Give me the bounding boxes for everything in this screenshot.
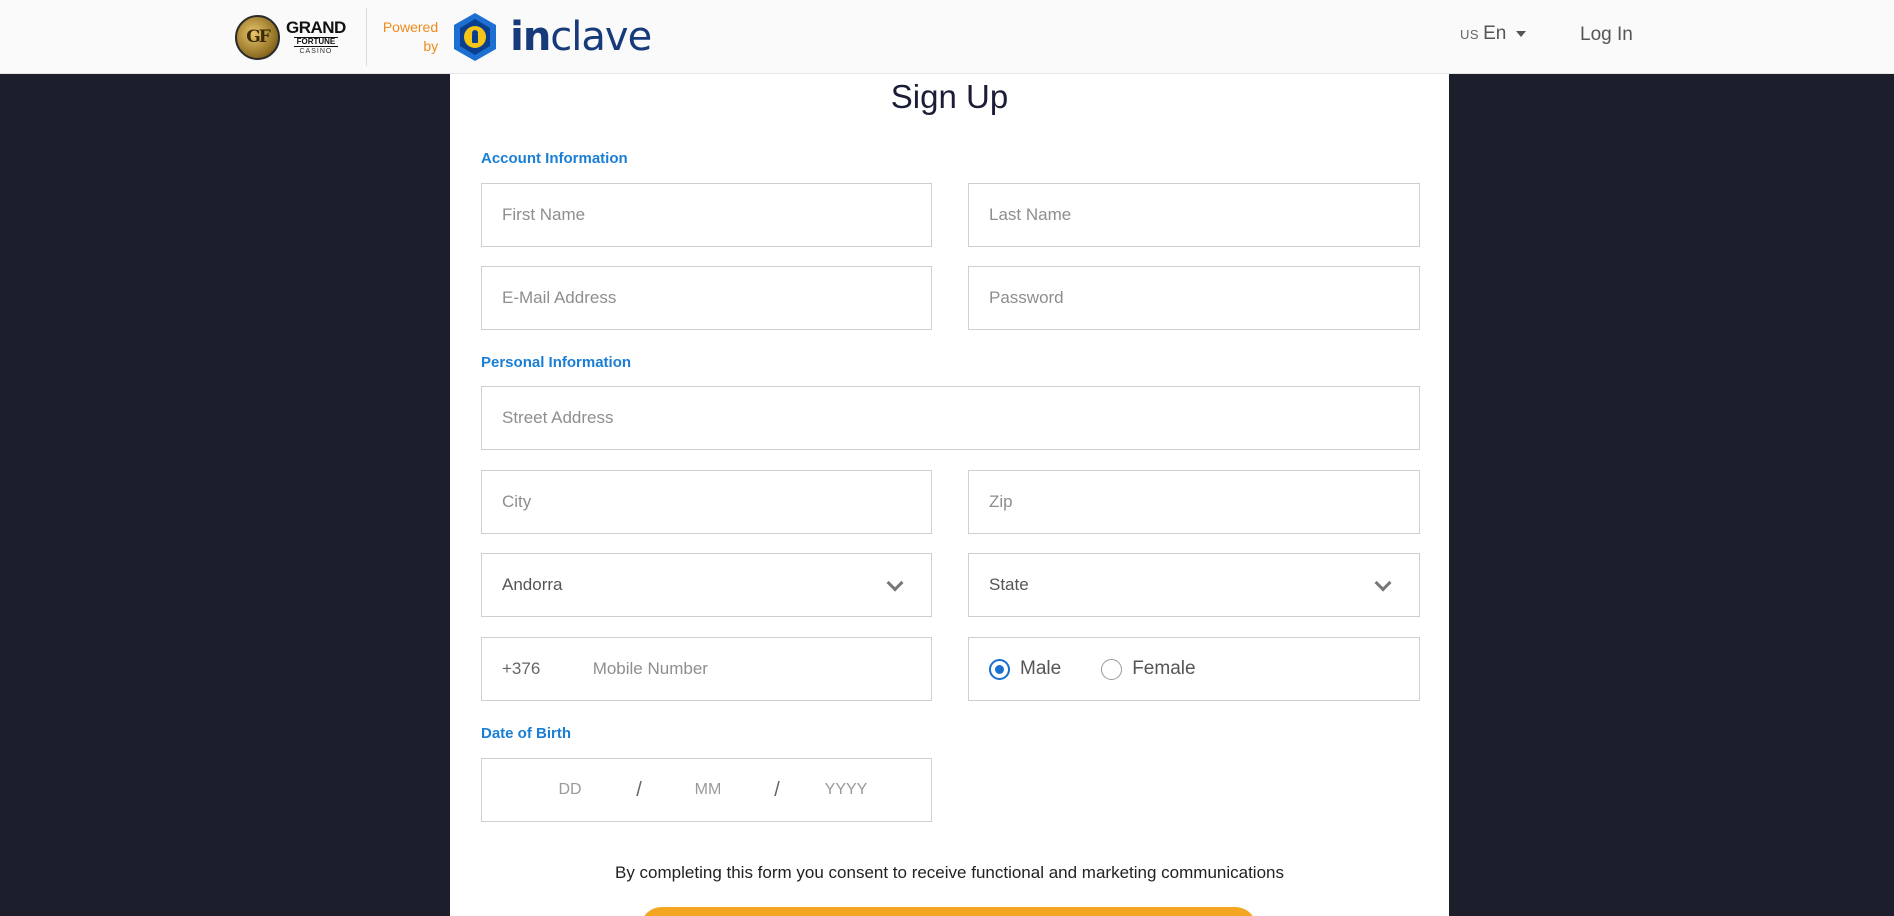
email-field[interactable] [481, 266, 932, 330]
by-line: by [423, 38, 439, 54]
country-select[interactable]: Andorra [481, 553, 932, 617]
password-input[interactable] [989, 267, 1419, 329]
dob-heading: Date of Birth [481, 725, 571, 742]
radio-unchecked-icon[interactable] [1101, 658, 1123, 680]
dob-month-input[interactable] [653, 781, 763, 799]
gender-radio-group: Male Female [968, 637, 1420, 701]
chevron-down-icon [886, 574, 904, 592]
last-name-input[interactable] [989, 184, 1419, 246]
submit-button[interactable] [640, 907, 1257, 916]
inclave-shield-icon [452, 12, 498, 62]
brand-divider [365, 8, 367, 66]
state-selected-value: State [989, 575, 1029, 594]
email-input[interactable] [502, 267, 931, 329]
language-label: En [1483, 23, 1507, 44]
logo-fortune-text: FORTUNE [293, 37, 339, 47]
street-address-input[interactable] [502, 387, 1419, 449]
gender-option-female[interactable]: Female [1101, 658, 1196, 680]
signup-card: Sign Up Account Information Personal Inf… [450, 74, 1449, 916]
logo-casino-text: CASINO [299, 48, 333, 55]
country-selected-value: Andorra [502, 575, 563, 594]
dial-code-prefix[interactable]: +376 [502, 659, 593, 679]
date-of-birth-field: / / [481, 758, 932, 822]
brand-logos[interactable]: GF GRAND FORTUNE CASINO Powered by incla… [235, 8, 652, 66]
logo-grand-text: GRAND [286, 18, 346, 37]
top-header: GF GRAND FORTUNE CASINO Powered by incla… [0, 0, 1894, 74]
radio-checked-icon[interactable] [989, 658, 1010, 680]
zip-field[interactable] [968, 470, 1420, 534]
city-input[interactable] [502, 471, 931, 533]
personal-info-heading: Personal Information [481, 354, 632, 371]
powered-line: Powered [382, 19, 439, 35]
dob-separator: / [636, 778, 642, 801]
us-flag-icon: US [1460, 26, 1480, 42]
login-link[interactable]: Log In [1580, 24, 1633, 46]
first-name-input[interactable] [502, 184, 931, 246]
grand-fortune-logo-icon: GF [235, 14, 280, 60]
street-address-field[interactable] [481, 386, 1420, 450]
state-select[interactable]: State [968, 553, 1420, 617]
password-field[interactable] [968, 266, 1420, 330]
language-dropdown[interactable]: US En [1460, 23, 1527, 45]
city-field[interactable] [481, 470, 932, 534]
inclave-wordmark: inclave [510, 14, 652, 60]
last-name-field[interactable] [968, 183, 1420, 247]
dob-day-input[interactable] [515, 781, 625, 799]
gender-label-female: Female [1132, 658, 1196, 679]
chevron-down-icon [1374, 574, 1392, 592]
account-info-heading: Account Information [481, 150, 628, 167]
caret-down-icon [1516, 31, 1527, 37]
consent-text: By completing this form you consent to r… [615, 863, 1284, 882]
grand-fortune-wordmark: GRAND FORTUNE CASINO [286, 19, 346, 55]
gender-label-male: Male [1020, 658, 1062, 679]
zip-input[interactable] [989, 471, 1419, 533]
powered-by-text: Powered by [383, 18, 438, 56]
dob-year-input[interactable] [791, 781, 901, 799]
mobile-number-input[interactable] [592, 638, 931, 700]
logo-monogram: GF [246, 27, 271, 47]
page-title: Sign Up [890, 78, 1009, 115]
inclave-suffix: clave [550, 14, 652, 60]
inclave-prefix: in [510, 14, 551, 60]
mobile-number-field[interactable]: +376 [481, 637, 932, 701]
dob-separator: / [774, 778, 780, 801]
gender-option-male[interactable]: Male [989, 658, 1061, 680]
first-name-field[interactable] [481, 183, 932, 247]
